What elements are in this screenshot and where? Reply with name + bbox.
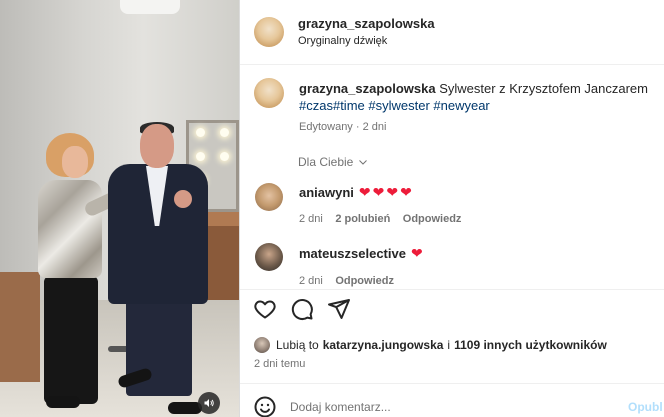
video-ceiling-light <box>120 0 180 14</box>
caption-username[interactable]: grazyna_szapolowska <box>299 81 436 96</box>
header-username[interactable]: grazyna_szapolowska <box>298 16 435 31</box>
comment-username[interactable]: mateuszselective <box>299 246 406 261</box>
caption-time[interactable]: 2 dni <box>363 121 387 133</box>
comment-likes[interactable]: 2 polubień <box>335 213 390 225</box>
heart-icon[interactable] <box>253 297 277 321</box>
comment-time[interactable]: 2 dni <box>299 213 323 225</box>
likes-others[interactable]: 1109 innych użytkowników <box>454 338 607 352</box>
comment-username[interactable]: aniawyni <box>299 185 354 200</box>
header-avatar[interactable] <box>254 17 284 47</box>
likes-prefix: Lubią to <box>276 338 319 352</box>
video-shoe <box>46 396 80 408</box>
publish-button[interactable]: Opubl <box>628 400 663 414</box>
likes-summary: Lubią to katarzyna.jungowska i 1109 inny… <box>254 337 607 353</box>
comment-text: ❤ <box>410 245 423 261</box>
comment-icon[interactable] <box>290 297 314 321</box>
post-timestamp[interactable]: 2 dni temu <box>254 358 305 370</box>
edited-label: Edytowany <box>299 121 353 133</box>
chevron-down-icon <box>359 160 368 165</box>
video-shoe <box>168 402 202 414</box>
video-bulb <box>220 152 229 161</box>
share-icon[interactable] <box>327 297 351 321</box>
liker-avatar[interactable] <box>254 337 270 353</box>
video-woman-pants <box>44 276 98 404</box>
comment-actions: 2 dni 2 polubień Odpowiedz <box>299 209 461 227</box>
actions-divider <box>240 289 664 290</box>
emoji-icon[interactable] <box>253 395 277 417</box>
caption-meta: Edytowany · 2 dni <box>299 121 386 133</box>
audio-label[interactable]: Oryginalny dźwięk <box>298 35 387 47</box>
comment-item: aniawyni ❤❤❤❤ <box>299 184 414 201</box>
comment-avatar[interactable] <box>255 183 283 211</box>
video-bulb <box>196 128 205 137</box>
comment-avatar[interactable] <box>255 243 283 271</box>
reply-button[interactable]: Odpowiedz <box>403 213 462 225</box>
likes-conj: i <box>447 338 451 352</box>
input-divider <box>240 383 664 384</box>
video-man-head <box>140 124 174 168</box>
video-man-hand <box>174 190 192 208</box>
comment-actions: 2 dni Odpowiedz <box>299 271 394 289</box>
comment-time[interactable]: 2 dni <box>299 275 323 287</box>
speaker-icon <box>204 399 214 407</box>
video-desk <box>0 272 40 382</box>
caption-hashtags[interactable]: #czas#time #sylwester #newyear <box>299 98 490 113</box>
comment-filter-dropdown[interactable]: Dla Ciebie <box>298 155 369 169</box>
caption-line: grazyna_szapolowska Sylwester z Krzyszto… <box>299 81 648 96</box>
post-video[interactable] <box>0 0 239 417</box>
reply-button[interactable]: Odpowiedz <box>335 275 394 287</box>
comment-item: mateuszselective ❤ <box>299 245 423 262</box>
caption-text: Sylwester z Krzysztofem Janczarem <box>439 81 648 96</box>
liker-username[interactable]: katarzyna.jungowska <box>323 338 444 352</box>
volume-button[interactable] <box>198 392 220 414</box>
comment-input[interactable]: Dodaj komentarz... <box>290 400 391 414</box>
header-divider <box>240 64 664 65</box>
video-woman-face <box>62 146 88 178</box>
video-bulb <box>220 128 229 137</box>
caption-avatar[interactable] <box>254 78 284 108</box>
comment-text: ❤❤❤❤ <box>358 184 414 200</box>
video-woman-top <box>38 180 102 278</box>
comment-filter-label: Dla Ciebie <box>298 155 354 169</box>
panel-divider <box>239 0 240 417</box>
meta-dot: · <box>355 121 360 133</box>
instagram-post-window: grazyna_szapolowska Oryginalny dźwięk gr… <box>0 0 664 417</box>
video-bulb <box>196 152 205 161</box>
